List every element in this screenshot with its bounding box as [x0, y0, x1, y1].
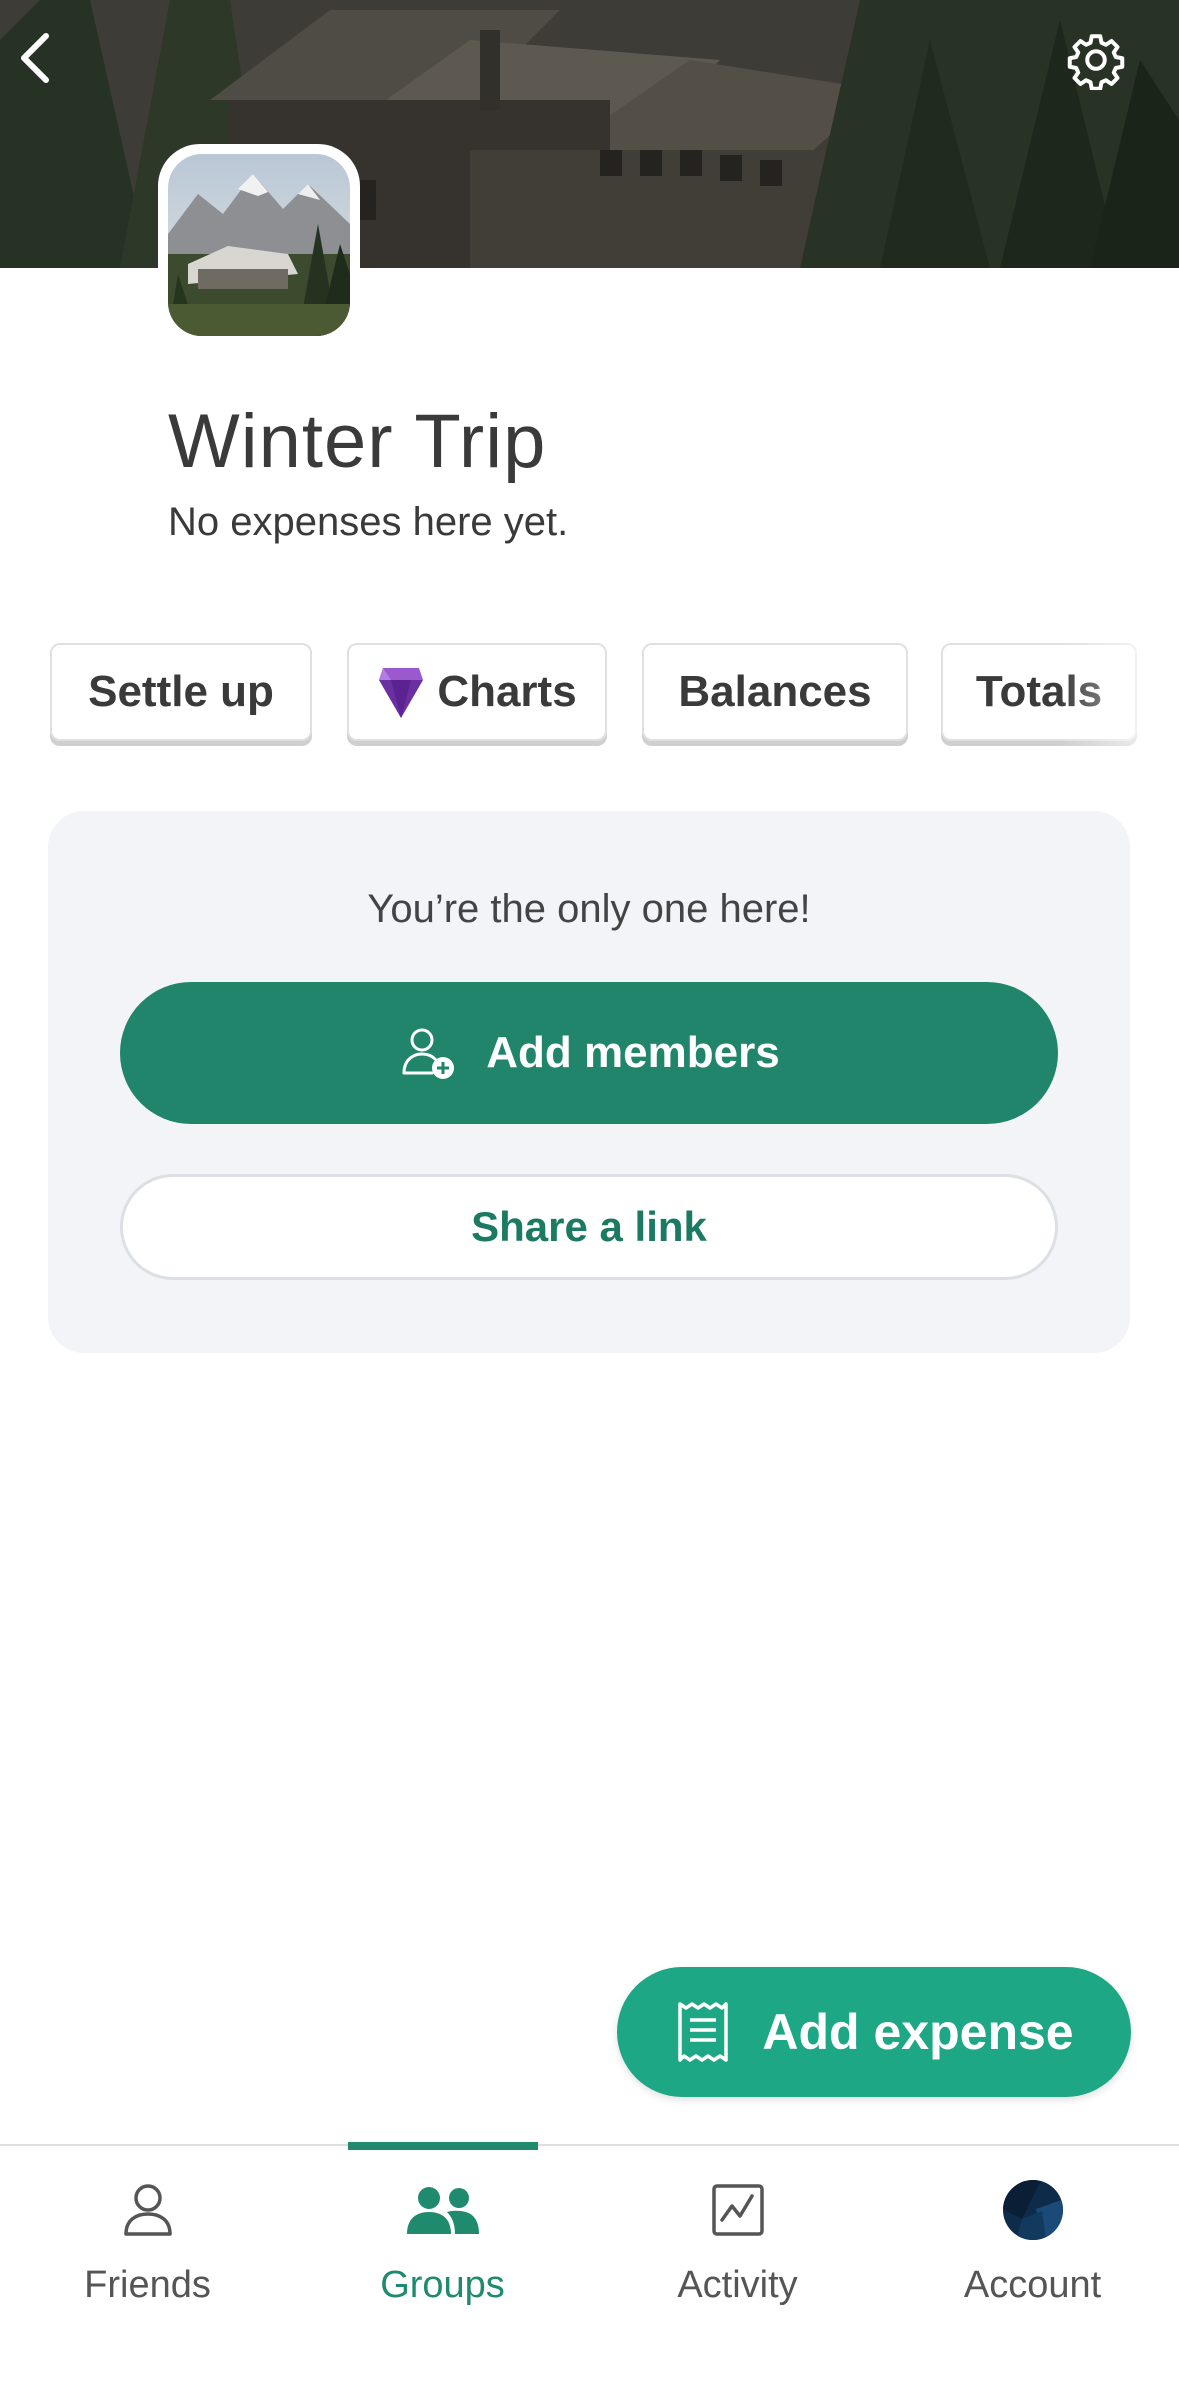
empty-group-card: You’re the only one here! Add members Sh… [48, 811, 1130, 1353]
balances-chip[interactable]: Balances [642, 643, 908, 741]
add-members-label: Add members [486, 1028, 780, 1077]
chevron-left-icon [21, 33, 49, 83]
chip-label: Balances [678, 667, 872, 716]
add-expense-label: Add expense [762, 2004, 1074, 2060]
people-icon [406, 2187, 479, 2234]
bottom-tab-bar: Friends Groups Activity Account [0, 2142, 1179, 2396]
add-person-icon [402, 1028, 455, 1079]
group-title: Winter Trip [168, 399, 547, 484]
receipt-icon [678, 2002, 729, 2062]
share-link-button[interactable]: Share a link [120, 1174, 1058, 1280]
group-avatar[interactable] [158, 144, 360, 346]
settings-button[interactable] [1066, 30, 1138, 102]
share-link-label: Share a link [471, 1203, 707, 1250]
group-action-chips: Settle up Charts Balances Totals [48, 643, 1179, 753]
group-status-text: No expenses here yet. [168, 500, 569, 544]
add-expense-button[interactable]: Add expense [617, 1967, 1131, 2097]
settle-up-chip[interactable]: Settle up [50, 643, 312, 741]
back-button[interactable] [14, 30, 86, 102]
add-members-button[interactable]: Add members [120, 982, 1058, 1124]
chip-label: Settle up [88, 667, 274, 716]
gear-icon [1067, 34, 1125, 90]
gem-icon [379, 668, 424, 718]
tab-label: Activity [677, 2264, 798, 2306]
tab-label: Groups [380, 2264, 505, 2306]
tab-label: Account [963, 2264, 1102, 2306]
group-photo-image [168, 154, 350, 336]
charts-chip[interactable]: Charts [347, 643, 607, 741]
avatar [1002, 2180, 1063, 2240]
tab-label: Friends [84, 2264, 211, 2306]
only-member-message: You’re the only one here! [367, 887, 811, 931]
tab-groups[interactable]: Groups [295, 2146, 590, 2346]
person-icon [123, 2184, 172, 2236]
tab-activity[interactable]: Activity [590, 2146, 885, 2346]
tab-friends[interactable]: Friends [0, 2146, 295, 2346]
tab-account[interactable]: Account [885, 2146, 1179, 2346]
activity-chart-icon [711, 2184, 764, 2236]
chip-label: Charts [437, 667, 577, 716]
